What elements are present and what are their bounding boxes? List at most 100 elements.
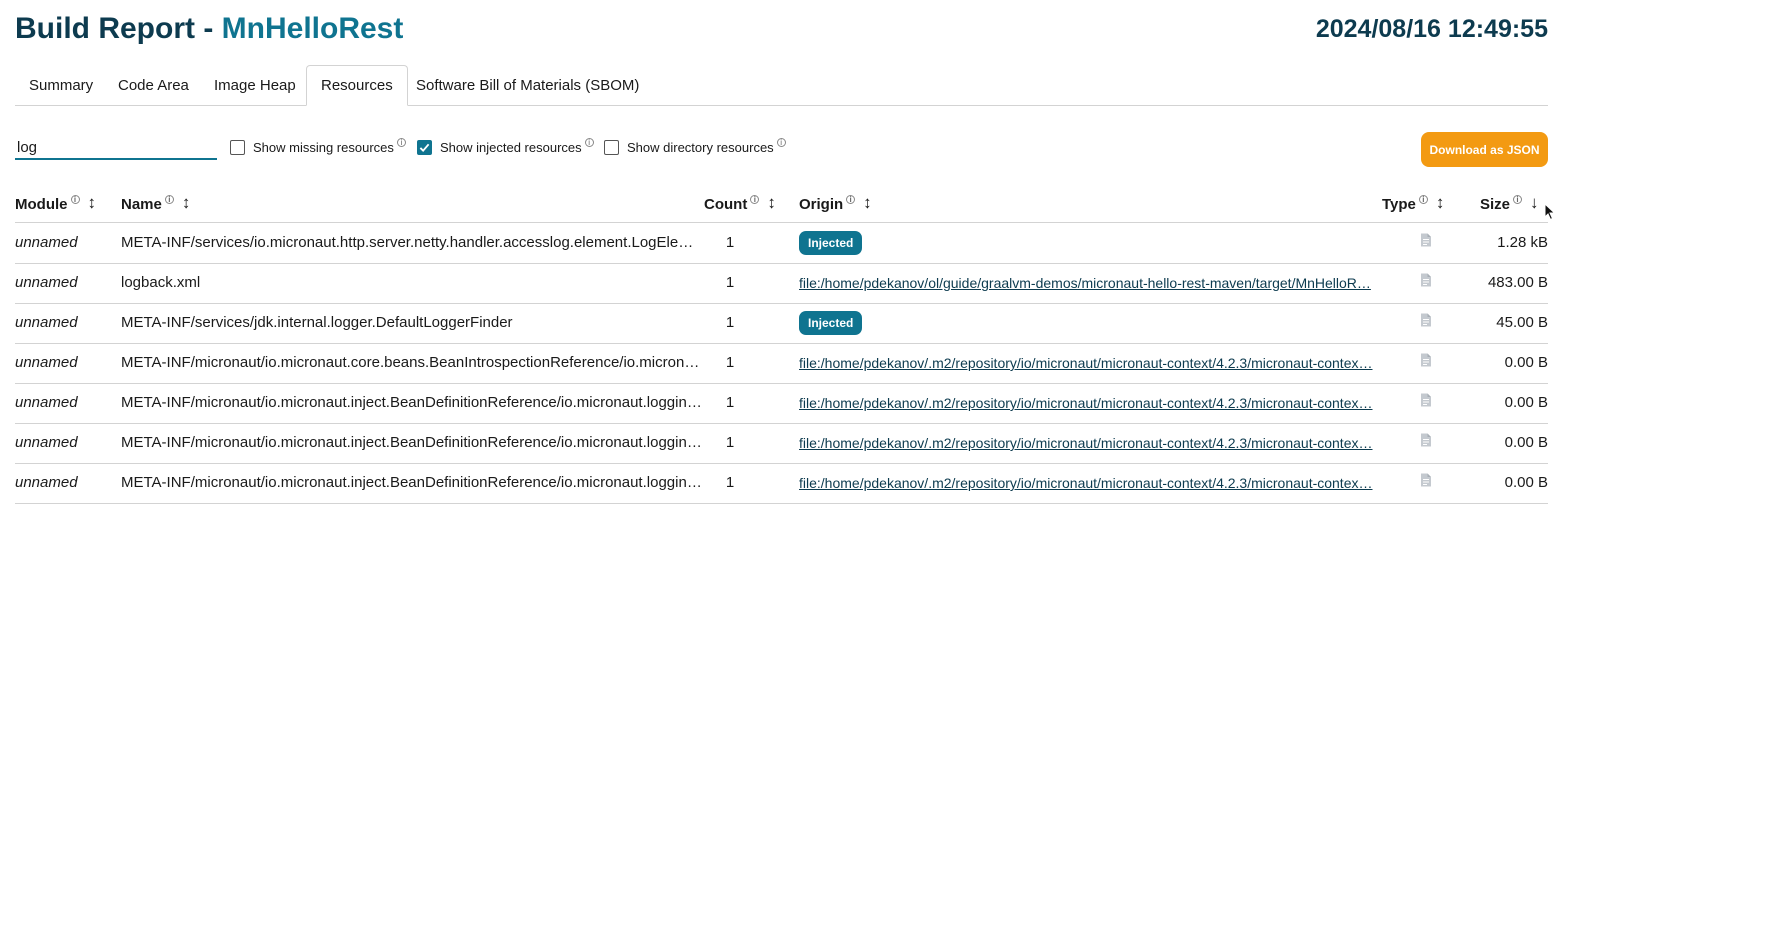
name-cell: META-INF/micronaut/io.micronaut.inject.B… [121, 474, 705, 491]
sort-icon[interactable]: ↕ [1436, 193, 1445, 213]
column-header-type[interactable]: Type i ↕ [1382, 193, 1445, 214]
type-cell [1414, 263, 1438, 303]
file-icon [1420, 303, 1432, 343]
name-cell: META-INF/micronaut/io.micronaut.inject.B… [121, 394, 705, 411]
origin-link[interactable]: file:/home/pdekanov/.m2/repository/io/mi… [799, 475, 1373, 491]
sort-icon[interactable]: ↕ [767, 193, 776, 213]
info-icon: i [1418, 194, 1428, 204]
checkbox-label: Show missing resources [253, 140, 394, 155]
checkbox-box-checked[interactable] [417, 140, 432, 155]
type-cell [1414, 383, 1438, 423]
sort-icon[interactable]: ↕ [182, 193, 191, 213]
table-row: unnamed META-INF/micronaut/io.micronaut.i… [15, 463, 1548, 504]
name-cell: META-INF/services/io.micronaut.http.serv… [121, 234, 705, 251]
table-row: unnamed META-INF/services/io.micronaut.ht… [15, 223, 1548, 264]
sort-icon[interactable]: ↕ [863, 193, 872, 213]
show-injected-checkbox[interactable]: Show injected resources i [417, 138, 594, 155]
file-icon [1420, 463, 1432, 503]
tab-summary[interactable]: Summary [15, 65, 107, 105]
tab-code-area[interactable]: Code Area [104, 65, 203, 105]
module-cell: unnamed [15, 394, 78, 411]
origin-link[interactable]: file:/home/pdekanov/.m2/repository/io/mi… [799, 435, 1373, 451]
column-label: Size [1480, 195, 1511, 213]
info-icon: i [164, 194, 174, 204]
tab-image-heap[interactable]: Image Heap [200, 65, 310, 105]
search-input[interactable] [15, 136, 217, 160]
count-cell: 1 [725, 314, 735, 331]
file-icon [1420, 383, 1432, 423]
origin-link[interactable]: file:/home/pdekanov/.m2/repository/io/mi… [799, 395, 1373, 411]
origin-link[interactable]: file:/home/pdekanov/.m2/repository/io/mi… [799, 355, 1373, 371]
column-header-module[interactable]: Module i ↕ [15, 193, 97, 214]
column-label: Count [704, 195, 748, 213]
origin-cell: file:/home/pdekanov/.m2/repository/io/mi… [799, 343, 1383, 383]
module-cell: unnamed [15, 274, 78, 291]
build-report-page: Build Report - MnHelloRest 2024/08/16 12… [15, 0, 1548, 504]
size-cell: 0.00 B [1504, 434, 1548, 451]
name-cell: META-INF/micronaut/io.micronaut.inject.B… [121, 434, 705, 451]
page-title: Build Report - MnHelloRest [15, 12, 403, 46]
type-cell [1414, 423, 1438, 463]
column-header-count[interactable]: Count i ↕ [704, 193, 776, 214]
info-icon: i [584, 138, 594, 147]
module-cell: unnamed [15, 314, 78, 331]
show-directory-checkbox[interactable]: Show directory resources i [604, 138, 786, 155]
column-header-size[interactable]: Size i ↓ [1480, 193, 1539, 214]
download-json-button[interactable]: Download as JSON [1421, 132, 1548, 167]
injected-badge: Injected [799, 231, 863, 256]
name-cell: logback.xml [121, 274, 201, 291]
module-cell: unnamed [15, 234, 78, 251]
origin-link[interactable]: file:/home/pdekanov/ol/guide/graalvm-dem… [799, 275, 1371, 291]
header: Build Report - MnHelloRest 2024/08/16 12… [15, 0, 1548, 64]
tab-sbom[interactable]: Software Bill of Materials (SBOM) [402, 65, 653, 105]
column-header-name[interactable]: Name i ↕ [121, 193, 191, 214]
tab-bar: Summary Code Area Image Heap Resources S… [15, 65, 1548, 106]
module-cell: unnamed [15, 474, 78, 491]
column-label: Module [15, 195, 68, 213]
table-row: unnamed META-INF/micronaut/io.micronaut.i… [15, 423, 1548, 464]
count-cell: 1 [725, 394, 735, 411]
info-icon: i [70, 194, 80, 204]
module-cell: unnamed [15, 434, 78, 451]
info-icon: i [750, 194, 760, 204]
column-label: Name [121, 195, 162, 213]
checkbox-box[interactable] [230, 140, 245, 155]
checkbox-label: Show directory resources [627, 140, 774, 155]
origin-cell: file:/home/pdekanov/.m2/repository/io/mi… [799, 423, 1383, 463]
origin-cell: file:/home/pdekanov/.m2/repository/io/mi… [799, 383, 1383, 423]
show-missing-checkbox[interactable]: Show missing resources i [230, 138, 406, 155]
name-cell: META-INF/micronaut/io.micronaut.core.bea… [121, 354, 705, 371]
type-cell [1414, 223, 1438, 263]
build-timestamp: 2024/08/16 12:49:55 [1315, 15, 1548, 43]
tab-resources[interactable]: Resources [306, 65, 408, 106]
size-cell: 0.00 B [1504, 474, 1548, 491]
table-header: Module i ↕ Name i ↕ Count i ↕ Origin i ↕ Type i ↕ … [15, 182, 1548, 223]
sort-icon[interactable]: ↕ [88, 193, 97, 213]
table-row: unnamed META-INF/micronaut/io.micronaut.c… [15, 343, 1548, 384]
origin-cell: file:/home/pdekanov/ol/guide/graalvm-dem… [799, 263, 1383, 303]
check-icon [419, 143, 430, 153]
count-cell: 1 [725, 474, 735, 491]
count-cell: 1 [725, 434, 735, 451]
app-name: MnHelloRest [221, 12, 404, 45]
file-icon [1420, 223, 1432, 263]
column-label: Origin [799, 195, 844, 213]
module-cell: unnamed [15, 354, 78, 371]
origin-cell: Injected [799, 303, 1383, 343]
type-cell [1414, 303, 1438, 343]
info-icon: i [776, 138, 786, 147]
title-prefix: Build Report - [15, 12, 222, 45]
mouse-cursor-icon [1544, 203, 1556, 221]
sort-icon-active[interactable]: ↓ [1530, 193, 1539, 213]
origin-cell: file:/home/pdekanov/.m2/repository/io/mi… [799, 463, 1383, 503]
size-cell: 0.00 B [1504, 394, 1548, 411]
size-cell: 483.00 B [1487, 274, 1548, 291]
size-cell: 0.00 B [1504, 354, 1548, 371]
column-header-origin[interactable]: Origin i ↕ [799, 193, 872, 214]
info-icon: i [1513, 194, 1523, 204]
checkbox-box[interactable] [604, 140, 619, 155]
info-icon: i [846, 194, 856, 204]
file-icon [1420, 423, 1432, 463]
count-cell: 1 [725, 274, 735, 291]
type-cell [1414, 343, 1438, 383]
